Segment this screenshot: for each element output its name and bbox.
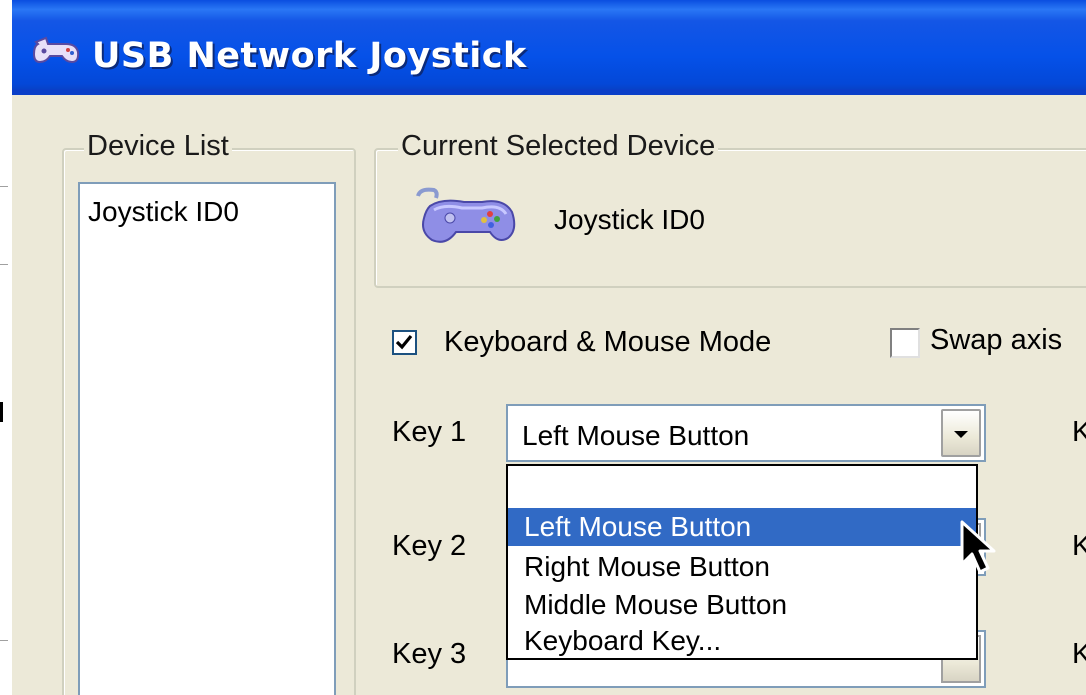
key1-dropdown-list[interactable]: Left Mouse Button Right Mouse Button Mid… xyxy=(506,464,978,660)
window-title: USB Network Joystick xyxy=(92,36,527,76)
key2-label: Key 2 xyxy=(392,530,467,562)
desktop-tick xyxy=(0,640,8,641)
device-listbox[interactable]: Joystick ID0 xyxy=(78,182,336,695)
right-key-label: K xyxy=(1072,638,1086,670)
title-bar[interactable]: USB Network Joystick xyxy=(12,0,1086,95)
dropdown-option-right-mouse-button[interactable]: Right Mouse Button xyxy=(508,548,976,586)
key1-combo[interactable]: Left Mouse Button xyxy=(506,404,986,462)
keyboard-mouse-mode-label[interactable]: Keyboard & Mouse Mode xyxy=(444,326,771,359)
desktop-tick xyxy=(0,186,8,187)
right-key-label: K xyxy=(1072,416,1086,448)
joystick-app-icon xyxy=(32,36,80,64)
desktop-tick xyxy=(0,402,3,422)
right-key-label: K xyxy=(1072,530,1086,562)
dropdown-option-left-mouse-button[interactable]: Left Mouse Button xyxy=(508,508,976,546)
current-device-name: Joystick ID0 xyxy=(554,204,705,235)
gamepad-icon xyxy=(416,187,516,243)
device-list-legend: Device List xyxy=(84,130,232,163)
key3-label: Key 3 xyxy=(392,638,467,670)
current-device-legend: Current Selected Device xyxy=(398,130,719,163)
chevron-down-icon xyxy=(954,431,968,438)
dropdown-option-middle-mouse-button[interactable]: Middle Mouse Button xyxy=(508,586,976,624)
keyboard-mouse-mode-checkbox[interactable] xyxy=(392,330,417,355)
key1-combo-value: Left Mouse Button xyxy=(522,420,750,451)
app-window: USB Network Joystick Device List Joystic… xyxy=(12,0,1086,695)
desktop-edge xyxy=(0,0,12,695)
swap-axis-label[interactable]: Swap axis xyxy=(930,324,1062,357)
key1-combo-button[interactable] xyxy=(941,409,981,457)
dropdown-option-keyboard-key[interactable]: Keyboard Key... xyxy=(508,622,976,660)
checkmark-icon xyxy=(395,334,413,350)
device-list-item[interactable]: Joystick ID0 xyxy=(88,196,239,228)
swap-axis-checkbox[interactable] xyxy=(890,328,920,358)
desktop-tick xyxy=(0,264,8,265)
mouse-cursor-icon xyxy=(960,520,996,574)
dropdown-option-empty[interactable] xyxy=(508,468,976,506)
key1-label: Key 1 xyxy=(392,416,467,448)
screen: USB Network Joystick Device List Joystic… xyxy=(0,0,1086,695)
